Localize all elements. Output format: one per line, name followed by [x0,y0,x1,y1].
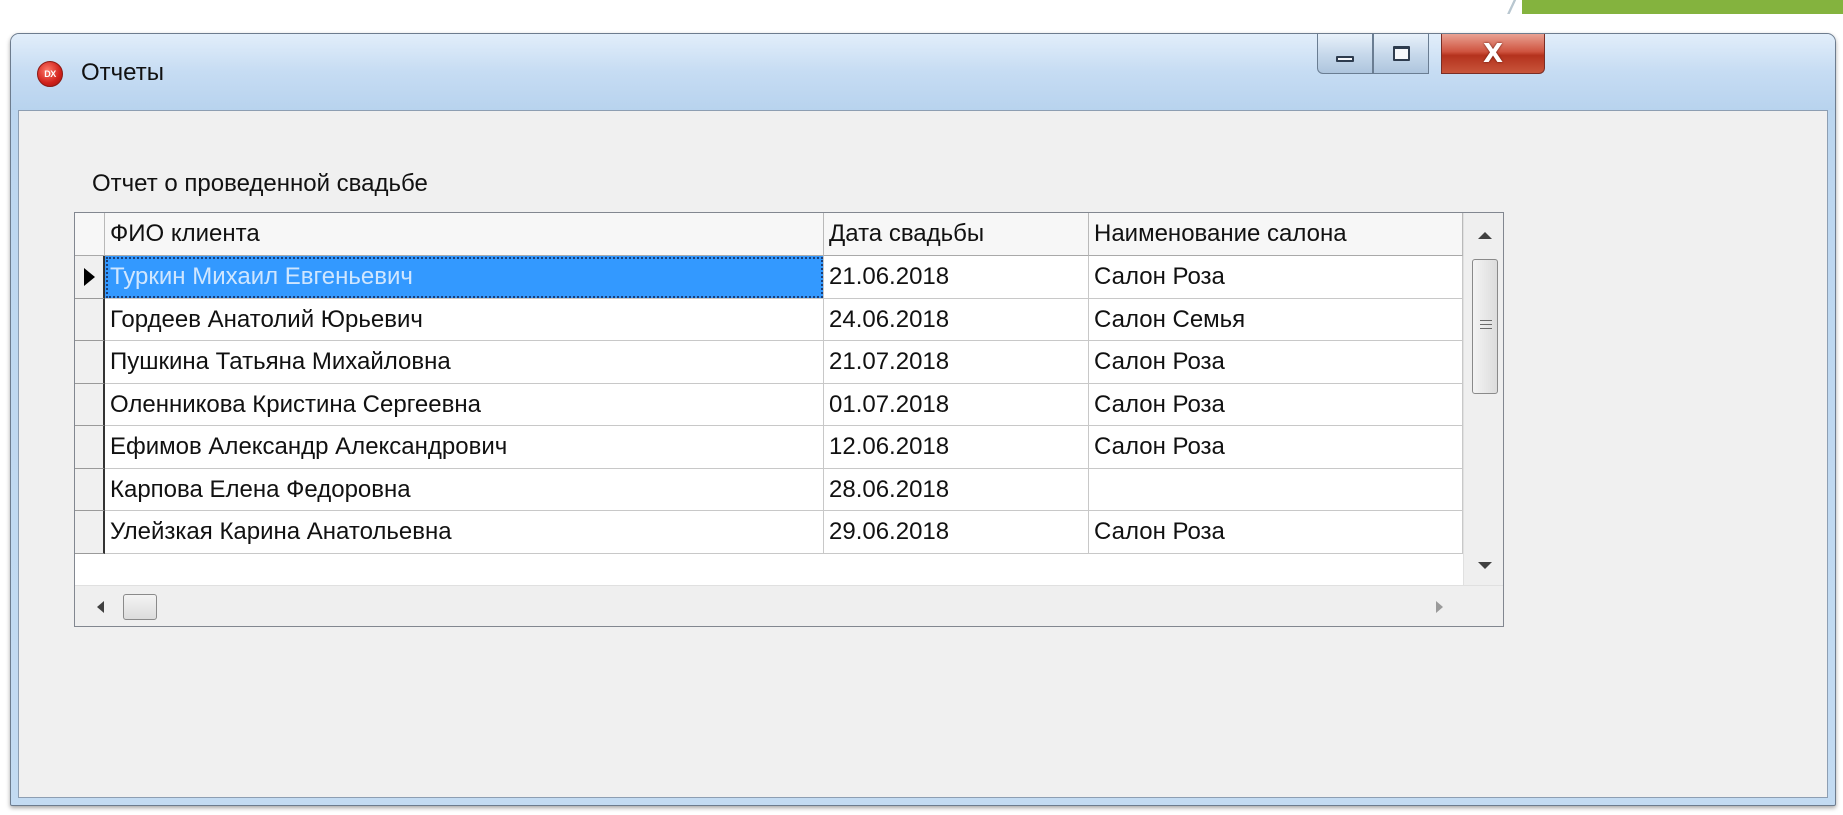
minimize-button[interactable] [1317,34,1373,74]
row-indicator[interactable] [75,511,105,554]
horizontal-scroll-thumb[interactable] [123,594,157,620]
cell-salon-name[interactable]: Салон Роза [1089,383,1463,426]
cell-client-name[interactable]: Туркин Михаил Евгеньевич [105,256,824,299]
cell-salon-name[interactable]: Салон Роза [1089,256,1463,299]
title-bar[interactable]: DX Отчеты X [11,34,1835,110]
row-indicator[interactable] [75,426,105,469]
cell-client-name[interactable]: Оленникова Кристина Сергеевна [105,383,824,426]
grid-rows: Туркин Михаил Евгеньевич 21.06.2018 Салон … [75,256,1463,554]
column-header-client-name[interactable]: ФИО клиента [105,213,824,256]
maximize-icon [1392,46,1410,61]
cell-salon-name[interactable]: Салон Семья [1089,298,1463,341]
close-button[interactable]: X [1441,34,1545,74]
table-row[interactable]: Гордеев Анатолий Юрьевич 24.06.2018 Салон … [75,298,1463,341]
table-row[interactable]: Улейзкая Карина Анатольевна 29.06.2018 Сал… [75,511,1463,554]
cell-client-name[interactable]: Карпова Елена Федоровна [105,468,824,511]
scroll-left-arrow-icon[interactable] [97,601,104,613]
cell-salon-name[interactable]: Салон Роза [1089,341,1463,384]
minimize-icon [1336,55,1354,62]
row-indicator[interactable] [75,341,105,384]
window-client-area: Отчет о проведенной свадьбе ФИО клиента … [18,110,1828,798]
cell-wedding-date[interactable]: 29.06.2018 [824,511,1089,554]
reports-window: DX Отчеты X Отчет о проведенной свадьбе … [10,33,1836,806]
table-row[interactable]: Туркин Михаил Евгеньевич 21.06.2018 Салон … [75,256,1463,299]
cell-salon-name[interactable]: Салон Роза [1089,511,1463,554]
report-label: Отчет о проведенной свадьбе [92,170,428,197]
vertical-scrollbar[interactable] [1463,213,1503,585]
row-indicator[interactable] [75,256,105,299]
table-row[interactable]: Пушкина Татьяна Михайловна 21.07.2018 Сало… [75,341,1463,384]
vertical-scroll-thumb[interactable] [1472,259,1498,394]
cell-salon-name[interactable]: Салон Роза [1089,426,1463,469]
row-indicator[interactable] [75,383,105,426]
row-indicator[interactable] [75,298,105,341]
table-row[interactable]: Карпова Елена Федоровна 28.06.2018 [75,468,1463,511]
row-indicator-header [75,213,105,256]
table-row[interactable]: Оленникова Кристина Сергеевна 01.07.2018 С… [75,383,1463,426]
cell-salon-name[interactable] [1089,468,1463,511]
cell-wedding-date[interactable]: 21.07.2018 [824,341,1089,384]
app-icon: DX [37,61,63,87]
horizontal-scrollbar[interactable] [75,585,1503,626]
cell-client-name[interactable]: Гордеев Анатолий Юрьевич [105,298,824,341]
row-indicator[interactable] [75,468,105,511]
close-icon: X [1482,38,1504,69]
scroll-grip-icon [1480,320,1492,332]
maximize-button[interactable] [1373,34,1429,74]
cell-client-name[interactable]: Улейзкая Карина Анатольевна [105,511,824,554]
cell-client-name[interactable]: Пушкина Татьяна Михайловна [105,341,824,384]
window-title: Отчеты [81,59,164,86]
report-grid[interactable]: ФИО клиента Дата свадьбы Наименование са… [74,212,1504,627]
cell-wedding-date[interactable]: 28.06.2018 [824,468,1089,511]
table-row[interactable]: Ефимов Александр Александрович 12.06.2018… [75,426,1463,469]
scroll-up-arrow-icon[interactable] [1478,232,1492,239]
cell-wedding-date[interactable]: 21.06.2018 [824,256,1089,299]
scroll-down-arrow-icon[interactable] [1478,562,1492,569]
cell-wedding-date[interactable]: 12.06.2018 [824,426,1089,469]
scroll-right-arrow-icon[interactable] [1436,601,1443,613]
cell-wedding-date[interactable]: 24.06.2018 [824,298,1089,341]
slide-corner-accent [1522,0,1843,14]
column-header-wedding-date[interactable]: Дата свадьбы [824,213,1089,256]
cell-wedding-date[interactable]: 01.07.2018 [824,383,1089,426]
column-header-salon-name[interactable]: Наименование салона [1089,213,1463,256]
cell-client-name[interactable]: Ефимов Александр Александрович [105,426,824,469]
current-row-arrow-icon [84,268,95,286]
